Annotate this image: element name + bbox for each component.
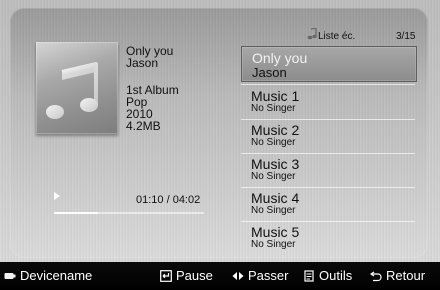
media-player-screen: Only you Jason 1st Album Pop 2010 4.2MB …: [0, 0, 440, 262]
device-icon: [4, 272, 16, 279]
music-note-icon: [46, 62, 98, 119]
playlist-item-title: Music 5: [251, 224, 300, 240]
enter-icon: [160, 269, 172, 282]
back-label: Retour: [386, 268, 426, 283]
playlist-item[interactable]: Music 1 No Singer: [241, 85, 415, 119]
playlist-item-subtitle: No Singer: [251, 137, 296, 148]
device-label: Devicename: [20, 268, 93, 283]
playlist-item-subtitle: No Singer: [251, 103, 296, 114]
playlist-item[interactable]: Music 3 No Singer: [241, 153, 415, 187]
bottom-control-bar: Devicename Pause Passer Outils Retour: [0, 262, 440, 290]
playlist-label: Liste éc.: [318, 31, 356, 42]
playlist-item-subtitle: No Singer: [251, 205, 296, 216]
device-button[interactable]: Devicename: [4, 268, 92, 283]
back-button[interactable]: Retour: [370, 268, 425, 283]
left-right-arrows-icon: [232, 271, 244, 280]
playlist-item-title: Only you: [252, 50, 308, 66]
skip-button[interactable]: Passer: [232, 268, 288, 283]
track-artist-text: Jason: [126, 56, 159, 70]
track-size: 4.2MB: [126, 120, 161, 132]
pause-label: Pause: [176, 268, 213, 283]
playlist-item-title: Music 4: [251, 190, 300, 206]
track-artist: Jason: [126, 57, 158, 69]
playlist-position: 3/15: [396, 31, 416, 42]
playlist-item[interactable]: Music 5 No Singer: [241, 221, 415, 255]
playlist-item[interactable]: Only you Jason: [241, 46, 417, 82]
playlist-item-title: Music 1: [251, 88, 300, 104]
tools-label: Outils: [319, 268, 353, 283]
time-readout: 01:10 / 04:02: [136, 194, 201, 206]
playlist-item[interactable]: Music 4 No Singer: [241, 187, 415, 221]
track-size-text: 4.2MB: [126, 119, 161, 133]
playlist-icon: [307, 28, 317, 40]
playlist-item-subtitle: No Singer: [251, 239, 296, 250]
skip-label: Passer: [248, 268, 289, 283]
progress-fill: [54, 212, 98, 214]
playlist-item-title: Music 2: [251, 122, 300, 138]
playlist-item-subtitle: Jason: [252, 65, 287, 80]
playlist-item[interactable]: Music 2 No Singer: [241, 119, 415, 153]
tools-icon: [304, 269, 314, 282]
progress-bar[interactable]: [54, 212, 204, 214]
pause-button[interactable]: Pause: [160, 268, 213, 283]
playlist-item-title: Music 3: [251, 156, 300, 172]
play-icon: [54, 192, 60, 200]
album-art: [36, 42, 118, 134]
return-icon: [370, 271, 382, 281]
tools-button[interactable]: Outils: [303, 268, 352, 283]
playlist-item-subtitle: No Singer: [251, 171, 296, 182]
